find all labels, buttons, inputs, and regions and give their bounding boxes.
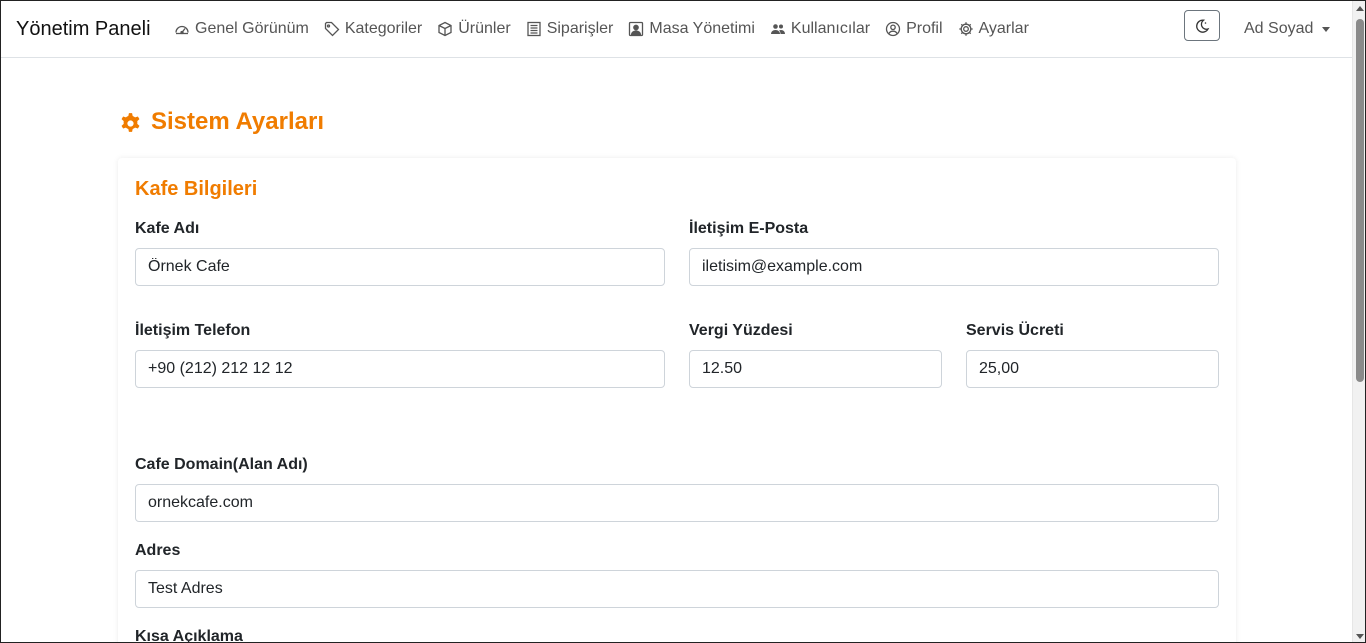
nav-item-urunler[interactable]: Ürünler [437,20,511,38]
chevron-down-icon [1322,26,1331,32]
nav-item-profil[interactable]: Profil [885,20,943,38]
nav-item-label: Genel Görünüm [195,20,309,37]
scroll-up-arrow-icon[interactable] [1356,6,1364,11]
nav-item-label: Kullanıcılar [790,20,871,37]
gear-icon [958,22,973,36]
user-circle-icon [885,21,901,37]
nav-item-label: Profil [906,20,943,37]
nav-item-siparisler[interactable]: Siparişler [526,20,614,38]
scroll-thumb[interactable] [1356,19,1364,382]
gear-icon [121,112,140,132]
theme-toggle-button[interactable] [1184,10,1220,41]
tax-label: Vergi Yüzdesi [689,322,793,339]
service-fee-input[interactable] [966,350,1219,388]
phone-input[interactable] [135,350,665,388]
page-title: Sistem Ayarları [118,108,324,136]
cafe-name-input[interactable] [135,248,665,286]
scroll-down-arrow-icon[interactable] [1356,634,1364,639]
nav-item-label: Kategoriler [344,20,423,37]
section-title: Kafe Bilgileri [135,178,258,200]
nav-item-label: Ayarlar [978,20,1029,37]
nav-item-ayarlar[interactable]: Ayarlar [958,20,1029,38]
moon-icon [1196,19,1210,33]
email-input[interactable] [689,248,1219,286]
nav-item-genel-gorunum[interactable]: Genel Görünüm [174,20,309,38]
nav-item-masa-yonetimi[interactable]: Masa Yönetimi [628,20,755,38]
list-document-icon [527,21,541,37]
nav-item-label: Siparişler [546,20,614,37]
nav-menu: Genel Görünüm Kategoriler Ürünler Sipari… [174,20,1044,38]
nav-item-label: Masa Yönetimi [649,20,755,37]
service-fee-label: Servis Ücreti [966,322,1064,339]
short-description-label: Kısa Açıklama [135,628,243,643]
navbar-brand[interactable]: Yönetim Paneli [16,18,151,41]
email-label: İletişim E-Posta [689,220,809,237]
phone-label: İletişim Telefon [135,322,251,339]
vertical-scrollbar[interactable] [1352,1,1365,642]
nav-item-kullanicilar[interactable]: Kullanıcılar [770,20,870,38]
address-input[interactable] [135,570,1219,608]
page-title-text: Sistem Ayarları [151,108,324,135]
top-navbar: Yönetim Paneli Genel Görünüm Kategoriler… [1,1,1352,58]
person-badge-icon [629,21,644,37]
tax-input[interactable] [689,350,942,388]
people-icon [770,24,785,34]
app-window: Yönetim Paneli Genel Görünüm Kategoriler… [0,0,1366,643]
nav-item-label: Ürünler [458,20,511,37]
domain-input[interactable] [135,484,1219,522]
tag-icon [324,21,340,37]
nav-item-kategoriler[interactable]: Kategoriler [324,20,422,38]
cafe-name-label: Kafe Adı [135,220,200,237]
user-dropdown[interactable]: Ad Soyad [1244,20,1331,38]
address-label: Adres [135,542,181,559]
dashboard-gauge-icon [175,25,189,35]
box-icon [438,21,452,37]
user-name: Ad Soyad [1244,20,1314,37]
domain-label: Cafe Domain(Alan Adı) [135,456,308,473]
